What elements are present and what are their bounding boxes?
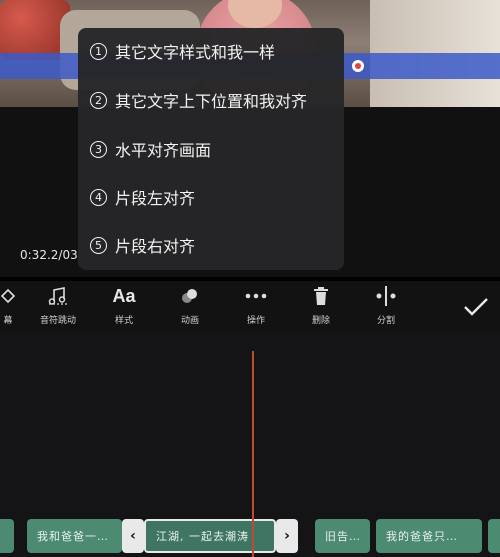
edit-toolbar: 幕 音符跳动 Aa 样式 动画 操作 删除 分割	[0, 281, 500, 333]
menu-item-copy-style[interactable]: 1 其它文字样式和我一样	[90, 36, 334, 66]
tool-label: 删除	[311, 316, 330, 326]
confirm-button[interactable]	[446, 281, 500, 333]
menu-item-label: 其它文字上下位置和我对齐	[115, 92, 308, 111]
text-style-icon: Aa	[112, 285, 136, 306]
check-icon	[463, 281, 489, 333]
menu-item-align-vertical[interactable]: 2 其它文字上下位置和我对齐	[90, 85, 334, 115]
more-dots-icon	[244, 281, 268, 311]
trim-left-handle[interactable]: ‹	[122, 519, 144, 553]
text-clip[interactable]: 旧告…	[315, 519, 370, 553]
tool-split[interactable]: 分割	[356, 281, 416, 333]
number-badge: 5	[90, 236, 107, 254]
action-menu: 1 其它文字样式和我一样 2 其它文字上下位置和我对齐 3 水平对齐画面 4 片…	[78, 28, 344, 270]
text-clip[interactable]	[0, 519, 14, 553]
tool-style[interactable]: Aa 样式	[94, 281, 154, 333]
timecode: 0:32.2/03	[20, 248, 78, 262]
menu-item-label: 片段右对齐	[115, 237, 196, 256]
animation-icon	[179, 281, 201, 311]
text-clip[interactable]: 我和爸爸一…	[27, 519, 122, 553]
tool-label: 样式	[114, 316, 133, 326]
tool-delete[interactable]: 删除	[291, 281, 351, 333]
music-note-icon	[47, 281, 69, 311]
tool-label: 分割	[376, 316, 395, 326]
number-badge: 4	[90, 188, 107, 206]
selected-text-clip[interactable]: 江湖, 一起去潮涛	[144, 519, 276, 553]
menu-item-align-horizontal[interactable]: 3 水平对齐画面	[90, 134, 334, 164]
trash-icon	[312, 281, 330, 311]
diamond-icon	[0, 281, 16, 311]
menu-item-clip-align-left[interactable]: 4 片段左对齐	[90, 182, 334, 212]
tool-operate[interactable]: 操作	[226, 281, 286, 333]
text-clip[interactable]: 我的爸爸只…	[376, 519, 482, 553]
trim-right-handle[interactable]: ›	[276, 519, 298, 553]
menu-item-label: 水平对齐画面	[115, 141, 212, 160]
tool-beat[interactable]: 音符跳动	[28, 281, 88, 333]
tool-label: 幕	[3, 316, 13, 326]
number-badge: 2	[90, 91, 107, 109]
split-icon	[374, 281, 398, 311]
menu-item-label: 片段左对齐	[115, 189, 196, 208]
text-rotate-handle[interactable]	[352, 60, 364, 72]
tool-label: 音符跳动	[39, 316, 76, 326]
tool-label: 操作	[246, 316, 265, 326]
menu-item-label: 其它文字样式和我一样	[115, 43, 276, 62]
number-badge: 1	[90, 42, 107, 60]
playhead[interactable]	[252, 351, 254, 557]
tool-animation[interactable]: 动画	[160, 281, 220, 333]
tool-label: 动画	[180, 316, 199, 326]
menu-item-clip-align-right[interactable]: 5 片段右对齐	[90, 230, 334, 260]
number-badge: 3	[90, 140, 107, 158]
text-clip[interactable]	[488, 519, 500, 553]
